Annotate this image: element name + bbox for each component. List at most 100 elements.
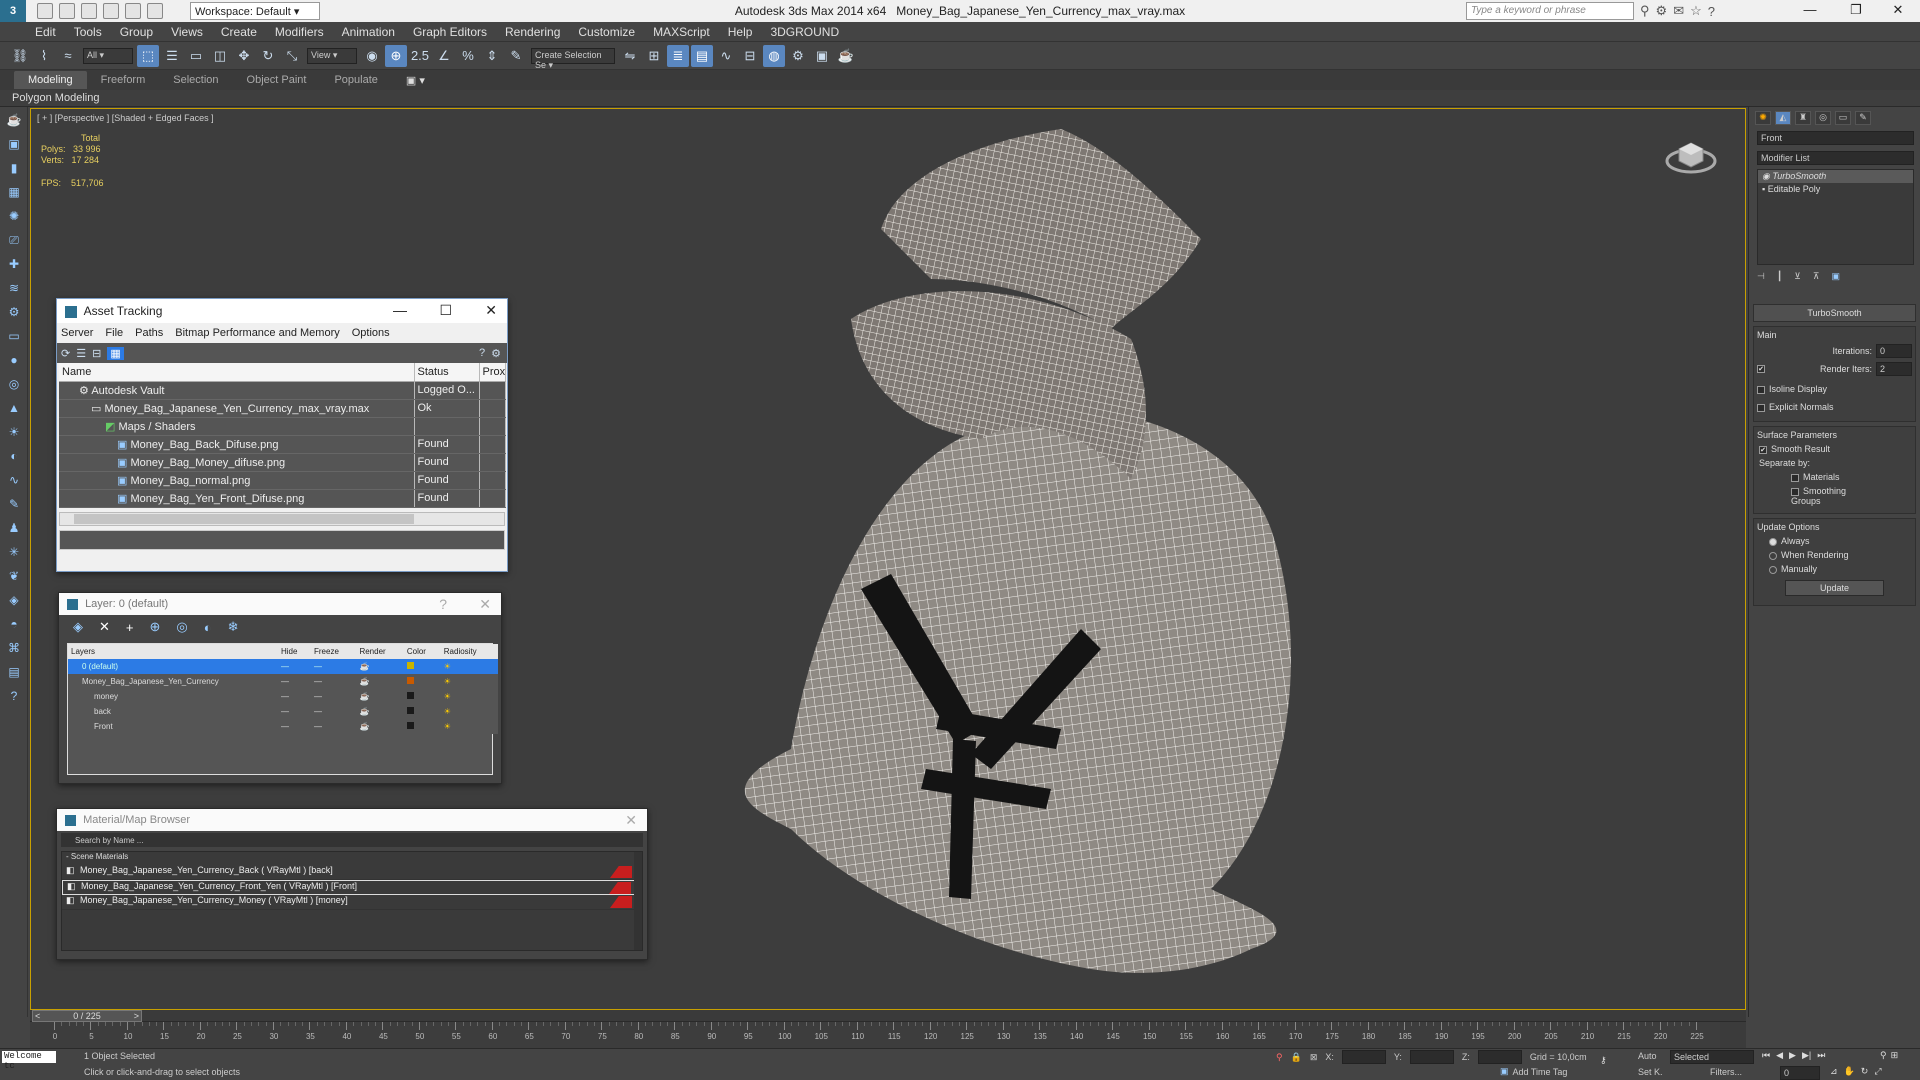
communication-icon[interactable]: ✉ [1673, 3, 1684, 19]
menu-group[interactable]: Group [120, 25, 153, 39]
smoothing-groups-checkbox[interactable] [1791, 487, 1799, 496]
layer-color-swatch[interactable] [403, 689, 441, 704]
favorites-icon[interactable]: ☆ [1690, 3, 1702, 19]
hide-toggle[interactable]: — [278, 659, 311, 674]
link-icon[interactable]: ⛓ [9, 45, 31, 67]
bind-spacewarp-icon[interactable]: ≈ [57, 45, 79, 67]
close-icon[interactable]: ✕ [479, 596, 491, 613]
radiosity-icon[interactable]: ☀ [440, 689, 498, 704]
container-icon[interactable]: ▤ [4, 665, 24, 683]
settings-icon[interactable]: ⚙ [491, 347, 501, 360]
render-toggle-icon[interactable]: ☕ [356, 674, 404, 689]
delete-layer-icon[interactable]: ✕ [99, 619, 110, 635]
pin-stack-icon[interactable]: ⊣ [1757, 271, 1765, 282]
col-radiosity[interactable]: Radiosity [440, 644, 498, 659]
close-icon[interactable]: ✕ [485, 302, 497, 319]
help-icon[interactable]: ? [1708, 4, 1715, 19]
material-search-input[interactable]: Search by Name ... [61, 833, 643, 847]
new-file-icon[interactable] [37, 3, 53, 19]
menu-customize[interactable]: Customize [578, 25, 635, 39]
hide-all-icon[interactable]: ◐ [204, 620, 212, 635]
zoom-icon[interactable]: ⚲ [1880, 1050, 1887, 1061]
cloth-icon[interactable]: ◈ [4, 593, 24, 611]
layer-manager-icon[interactable]: ≣ [667, 44, 689, 67]
tab-modeling[interactable]: Modeling [14, 71, 87, 89]
iterations-spinner[interactable]: 0 [1876, 344, 1912, 358]
system-icon[interactable]: ⚙ [4, 305, 24, 323]
explicit-normals-checkbox[interactable] [1757, 403, 1765, 412]
menu-views[interactable]: Views [171, 25, 203, 39]
spline-icon[interactable]: ∿ [4, 473, 24, 491]
time-slider[interactable]: <0 / 225 > [30, 1010, 1746, 1022]
menu-graph-editors[interactable]: Graph Editors [413, 25, 487, 39]
update-button[interactable]: Update [1785, 580, 1884, 596]
geosphere-icon[interactable]: ◐ [4, 449, 24, 467]
hide-toggle[interactable]: — [278, 674, 311, 689]
list-item[interactable]: ◧ Money_Bag_Japanese_Yen_Currency_Front_Y… [62, 880, 642, 895]
rendered-frame-icon[interactable]: ▣ [811, 45, 833, 67]
binoculars-icon[interactable]: ⚲ [1640, 3, 1650, 19]
pan-icon[interactable]: ✋ [1844, 1066, 1855, 1077]
asset-path-field[interactable] [59, 529, 505, 550]
minimize-button[interactable]: — [1790, 2, 1830, 20]
tab-object-paint[interactable]: Object Paint [233, 71, 321, 89]
hold-icon[interactable] [147, 3, 163, 19]
track-bar[interactable]: 0 5 10 15 20 25 30 35 40 45 50 55 60 65 70 75 80 85 90 95 10… [30, 1022, 1720, 1048]
when-rendering-radio[interactable] [1769, 551, 1777, 560]
box-icon[interactable]: ▣ [4, 137, 24, 155]
ribbon-options-icon[interactable]: ▣ ▾ [392, 71, 439, 90]
tab-freeform[interactable]: Freeform [87, 71, 160, 89]
configure-sets-icon[interactable]: ▣ [1831, 271, 1840, 282]
render-toggle-icon[interactable]: ☕ [356, 659, 404, 674]
current-frame-field[interactable]: 0 [1780, 1066, 1820, 1080]
tab-selection[interactable]: Selection [159, 71, 232, 89]
freeze-toggle[interactable]: — [311, 674, 357, 689]
unlink-icon[interactable]: ⌇ [33, 45, 55, 67]
render-setup-icon[interactable]: ⚙ [787, 45, 809, 67]
close-button[interactable]: ✕ [1878, 2, 1918, 20]
menu-rendering[interactable]: Rendering [505, 25, 560, 39]
table-row[interactable]: ◩ Maps / Shaders [59, 417, 506, 436]
rect-selection-icon[interactable]: ▭ [185, 45, 207, 67]
maximize-icon[interactable]: ☐ [439, 302, 452, 319]
prev-key-icon[interactable]: ◀ [1776, 1050, 1783, 1061]
graphite-toggle-icon[interactable]: ▤ [691, 44, 713, 67]
spinner-snap-icon[interactable]: ⇕ [481, 45, 503, 67]
modifier-list-dropdown[interactable]: Modifier List [1757, 151, 1914, 165]
create-tab-icon[interactable]: ✺ [1755, 111, 1771, 125]
biped-icon[interactable]: ♟ [4, 521, 24, 539]
layer-row[interactable]: Money_Bag_Japanese_Yen_Currency — — ☕ ☀ [68, 674, 498, 689]
minimize-icon[interactable]: — [393, 302, 407, 318]
named-selection-dropdown[interactable]: Create Selection Se ▾ [531, 47, 615, 70]
scripts-icon[interactable]: ⌘ [4, 641, 24, 659]
motion-tab-icon[interactable]: ◎ [1815, 111, 1831, 125]
render-toggle-icon[interactable]: ☕ [356, 719, 404, 734]
z-field[interactable] [1477, 1050, 1522, 1064]
cylinder-icon[interactable]: ▮ [4, 161, 24, 179]
radiosity-icon[interactable]: ☀ [440, 704, 498, 719]
add-to-layer-icon[interactable]: + [126, 620, 134, 635]
refresh-icon[interactable]: ⟳ [61, 347, 70, 360]
isoline-checkbox[interactable] [1757, 385, 1765, 394]
light-icon[interactable]: ✺ [4, 209, 24, 227]
layer-row[interactable]: back — — ☕ ☀ [68, 704, 498, 719]
layer-color-swatch[interactable] [403, 659, 441, 674]
plane-icon[interactable]: ▭ [4, 329, 24, 347]
torus-icon[interactable]: ◎ [4, 377, 24, 395]
always-radio[interactable] [1769, 537, 1777, 546]
render-toggle-icon[interactable]: ☕ [356, 689, 404, 704]
radiosity-icon[interactable]: ☀ [440, 719, 498, 734]
menu-3dground[interactable]: 3DGROUND [770, 25, 839, 39]
layer-row[interactable]: 0 (default) — — ☕ ☀ [68, 659, 498, 674]
lightbulb-icon[interactable]: ◉ [1762, 171, 1772, 181]
lock-icon[interactable]: 🔒 [1291, 1052, 1302, 1063]
layer-color-swatch[interactable] [403, 674, 441, 689]
help-icon[interactable]: ? [479, 347, 485, 359]
menu-create[interactable]: Create [221, 25, 257, 39]
zoom-all-icon[interactable]: ⊞ [1891, 1050, 1899, 1061]
turbosmooth-rollout-header[interactable]: TurboSmooth [1753, 304, 1916, 322]
next-frame-icon[interactable]: > [134, 1011, 139, 1021]
menu-server[interactable]: Server [61, 327, 93, 339]
render-production-icon[interactable]: ☕ [835, 45, 857, 67]
window-crossing-icon[interactable]: ◫ [209, 45, 231, 67]
